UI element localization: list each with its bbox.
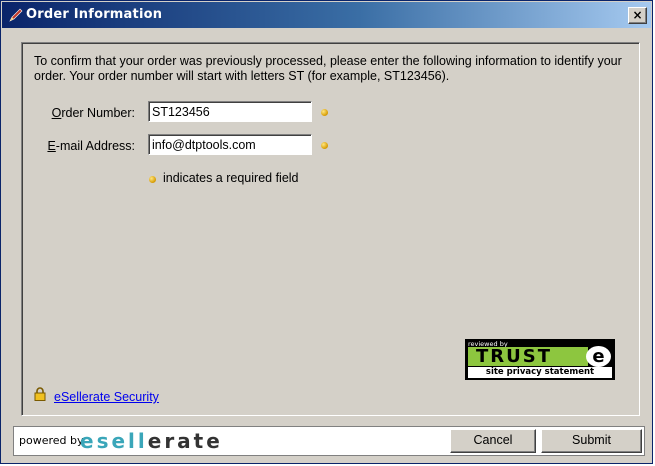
required-field-note: indicates a required field — [163, 171, 299, 185]
email-label: E-mail Address: — [47, 139, 135, 153]
footer-bar: powered by esellerate Cancel Submit — [13, 426, 645, 456]
email-input[interactable] — [148, 134, 312, 155]
order-number-label: Order Number: — [51, 106, 135, 120]
cancel-button[interactable]: Cancel — [450, 429, 536, 453]
truste-logo-text: TRUST — [468, 347, 588, 366]
esellerate-logo: esellerate — [80, 429, 223, 453]
pen-icon — [9, 8, 23, 22]
close-button[interactable]: × — [628, 7, 647, 24]
order-information-window: Order Information × To confirm that your… — [0, 0, 653, 464]
required-dot-icon — [149, 176, 156, 183]
esellerate-security-link[interactable]: eSellerate Security — [54, 390, 159, 404]
required-dot-icon — [321, 142, 328, 149]
truste-e-mark: e — [586, 346, 611, 367]
required-dot-icon — [321, 109, 328, 116]
close-icon: × — [632, 8, 643, 22]
title-bar[interactable]: Order Information × — [2, 2, 651, 28]
order-number-input[interactable] — [148, 101, 312, 122]
lock-icon — [34, 387, 46, 401]
instructions-text: To confirm that your order was previousl… — [34, 54, 622, 83]
truste-badge[interactable]: reviewed by TRUST e site privacy stateme… — [465, 339, 615, 380]
powered-by-text: powered by — [19, 434, 84, 447]
truste-privacy-statement: site privacy statement — [468, 367, 612, 378]
submit-button[interactable]: Submit — [541, 429, 642, 453]
window-title: Order Information — [26, 7, 163, 22]
content-panel: To confirm that your order was previousl… — [21, 42, 640, 416]
